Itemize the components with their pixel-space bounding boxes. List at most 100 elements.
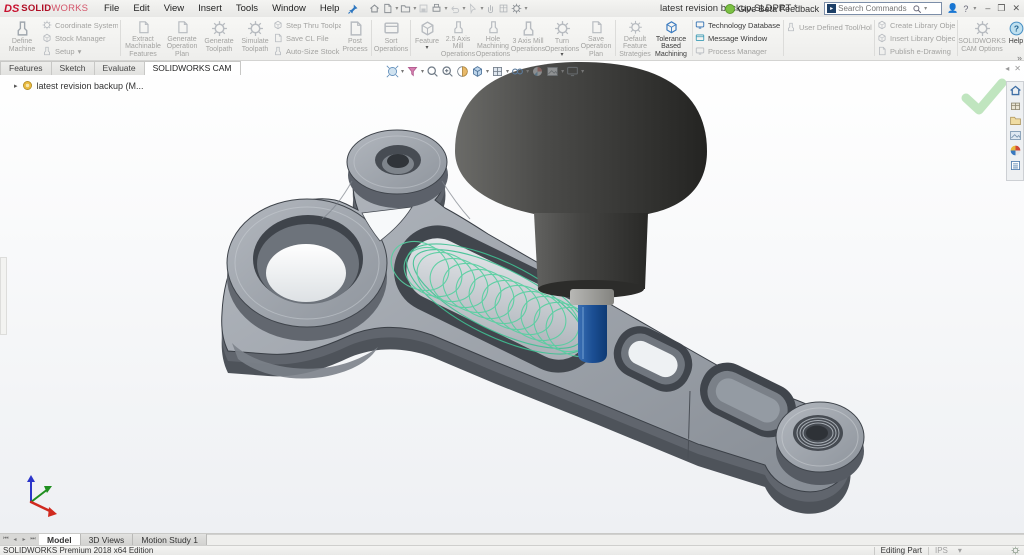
menu-window[interactable]: Window — [266, 2, 312, 15]
appearances-icon[interactable] — [1009, 144, 1022, 157]
options-caret-icon[interactable]: ▾ — [524, 5, 527, 12]
user-account-icon[interactable]: 👤​ — [947, 3, 958, 14]
tab-evaluate[interactable]: Evaluate — [94, 61, 145, 75]
design-library-icon[interactable] — [1009, 99, 1022, 112]
tab-scroll-first-icon[interactable]: ⏮ — [2, 536, 10, 543]
tab-features[interactable]: Features — [0, 61, 52, 75]
sort-operations-button[interactable]: Sort Operations — [374, 18, 408, 58]
setup-caret-icon[interactable]: ▾ — [78, 49, 82, 54]
tab-scroll-next-icon[interactable]: ▸ — [20, 536, 28, 543]
hole-machining-button[interactable]: Hole Machining Operations — [475, 18, 511, 58]
undo-caret-icon[interactable]: ▾ — [462, 5, 465, 12]
beta-feedback-button[interactable]: Give Beta Feedback — [725, 4, 820, 14]
step-thru-toolpath-button[interactable]: Step Thru Toolpath — [273, 19, 341, 31]
tab-motion-study-1[interactable]: Motion Study 1 — [133, 534, 207, 545]
publish-edrawing-button[interactable]: Publish e-Drawing — [877, 45, 955, 57]
tab-scroll-prev-icon[interactable]: ◂ — [11, 536, 19, 543]
search-icon[interactable] — [912, 4, 922, 14]
help-menu[interactable]: ? — [963, 4, 968, 14]
task-pane-collapse-icon[interactable]: ◂ — [1005, 64, 1009, 73]
generate-operation-plan-button[interactable]: Generate Operation Plan — [163, 18, 201, 58]
headsup-caret-icon[interactable]: ▾ — [561, 68, 564, 75]
help-button[interactable]: ?Help — [1004, 18, 1024, 58]
define-machine-button[interactable]: Define Machine — [2, 18, 42, 58]
menu-help[interactable]: Help — [314, 2, 346, 15]
save-operation-plan-button[interactable]: Save Operation Plan — [579, 18, 613, 58]
home-tab-icon[interactable] — [1009, 84, 1022, 97]
expand-arrow-icon[interactable]: ▸ — [14, 82, 18, 90]
feature-caret-icon[interactable]: ▾ — [425, 46, 428, 51]
menu-tools[interactable]: Tools — [230, 2, 264, 15]
file-explorer-icon[interactable] — [1009, 114, 1022, 127]
options-gear-icon[interactable] — [511, 3, 522, 14]
view-palette-icon[interactable] — [1009, 129, 1022, 142]
turn-caret-icon[interactable]: ▾ — [560, 53, 563, 58]
headsup-caret-icon[interactable]: ▾ — [421, 68, 424, 75]
headsup-caret-icon[interactable]: ▾ — [401, 68, 404, 75]
unit-system-dropdown[interactable]: IPS▾ — [935, 546, 1005, 555]
setup-button[interactable]: Setup▾ — [42, 45, 118, 57]
search-caret-icon[interactable]: ▾ — [924, 5, 927, 12]
print-icon[interactable] — [431, 3, 442, 14]
search-input[interactable] — [838, 4, 910, 13]
dynamic-annotation-icon[interactable] — [406, 65, 419, 78]
tab-model[interactable]: Model — [39, 534, 81, 545]
open-caret-icon[interactable]: ▾ — [413, 5, 416, 12]
message-window-button[interactable]: Message Window — [695, 32, 781, 44]
default-feature-strategies-button[interactable]: Default Feature Strategies — [618, 18, 652, 58]
select-icon[interactable] — [467, 3, 478, 14]
tab-3d-views[interactable]: 3D Views — [81, 534, 134, 545]
generate-toolpath-button[interactable]: Generate Toolpath — [201, 18, 237, 58]
restore-button[interactable]: ❐ — [997, 3, 1005, 14]
tab-sketch[interactable]: Sketch — [51, 61, 95, 75]
custom-properties-icon[interactable] — [1009, 159, 1022, 172]
apply-scene-icon[interactable] — [546, 65, 559, 78]
stock-manager-button[interactable]: Stock Manager — [42, 32, 118, 44]
table-icon[interactable] — [498, 3, 509, 14]
solidworks-cam-options-button[interactable]: SOLIDWORKS CAM Options — [960, 18, 1004, 58]
clip-icon[interactable] — [485, 3, 496, 14]
edit-appearance-icon[interactable] — [531, 65, 544, 78]
print-caret-icon[interactable]: ▾ — [444, 5, 447, 12]
headsup-caret-icon[interactable]: ▾ — [581, 68, 584, 75]
headsup-caret-icon[interactable]: ▾ — [506, 68, 509, 75]
create-library-object-button[interactable]: Create Library Object — [877, 19, 955, 31]
save-icon[interactable] — [418, 3, 429, 14]
coordinate-system-button[interactable]: Coordinate System — [42, 19, 118, 31]
three-axis-mill-button[interactable]: 3 Axis Mill Operations — [511, 18, 545, 58]
post-process-button[interactable]: Post Process — [341, 18, 369, 58]
tolerance-based-machining-button[interactable]: Tolerance Based Machining — [652, 18, 690, 58]
panel-splitter-handle[interactable] — [0, 257, 7, 335]
user-defined-tool-holder-button[interactable]: User Defined Tool/Holder — [786, 21, 872, 33]
home-icon[interactable] — [369, 3, 380, 14]
status-tag-icon[interactable] — [1011, 546, 1020, 555]
graphics-area[interactable]: ▾ ▾ ▾ ▾ ▾ ▾ ▾ ▸ latest revision backup (… — [0, 61, 1024, 533]
new-caret-icon[interactable]: ▾ — [395, 5, 398, 12]
menu-edit[interactable]: Edit — [127, 2, 155, 15]
undo-icon[interactable] — [449, 3, 460, 14]
menu-view[interactable]: View — [158, 2, 190, 15]
feature-button[interactable]: Feature▾ — [413, 18, 441, 58]
headsup-caret-icon[interactable]: ▾ — [486, 68, 489, 75]
zoom-to-fit-icon[interactable] — [386, 65, 399, 78]
pin-menu-icon[interactable] — [347, 3, 359, 15]
technology-database-button[interactable]: Technology Database — [695, 19, 781, 31]
extract-machinable-features-button[interactable]: Extract Machinable Features — [123, 18, 163, 58]
search-commands-box[interactable]: ▸ ▾ — [824, 2, 942, 15]
process-manager-button[interactable]: Process Manager — [695, 45, 781, 57]
help-caret-icon[interactable]: ▾ — [973, 5, 976, 12]
ribbon-overflow-chevron[interactable]: » — [1017, 53, 1022, 61]
select-caret-icon[interactable]: ▾ — [480, 5, 483, 12]
insert-library-object-button[interactable]: Insert Library Object — [877, 32, 955, 44]
two-five-axis-mill-button[interactable]: 2.5 Axis Mill Operations — [441, 18, 475, 58]
open-icon[interactable] — [400, 3, 411, 14]
minimize-button[interactable]: – — [985, 3, 990, 14]
new-document-icon[interactable] — [382, 3, 393, 14]
headsup-caret-icon[interactable]: ▾ — [526, 68, 529, 75]
task-pane-close-icon[interactable]: ✕ — [1014, 64, 1021, 73]
previous-view-icon[interactable] — [441, 65, 454, 78]
save-cl-file-button[interactable]: Save CL File — [273, 32, 341, 44]
menu-insert[interactable]: Insert — [192, 2, 228, 15]
section-view-icon[interactable] — [456, 65, 469, 78]
close-button[interactable]: ✕ — [1012, 3, 1020, 14]
